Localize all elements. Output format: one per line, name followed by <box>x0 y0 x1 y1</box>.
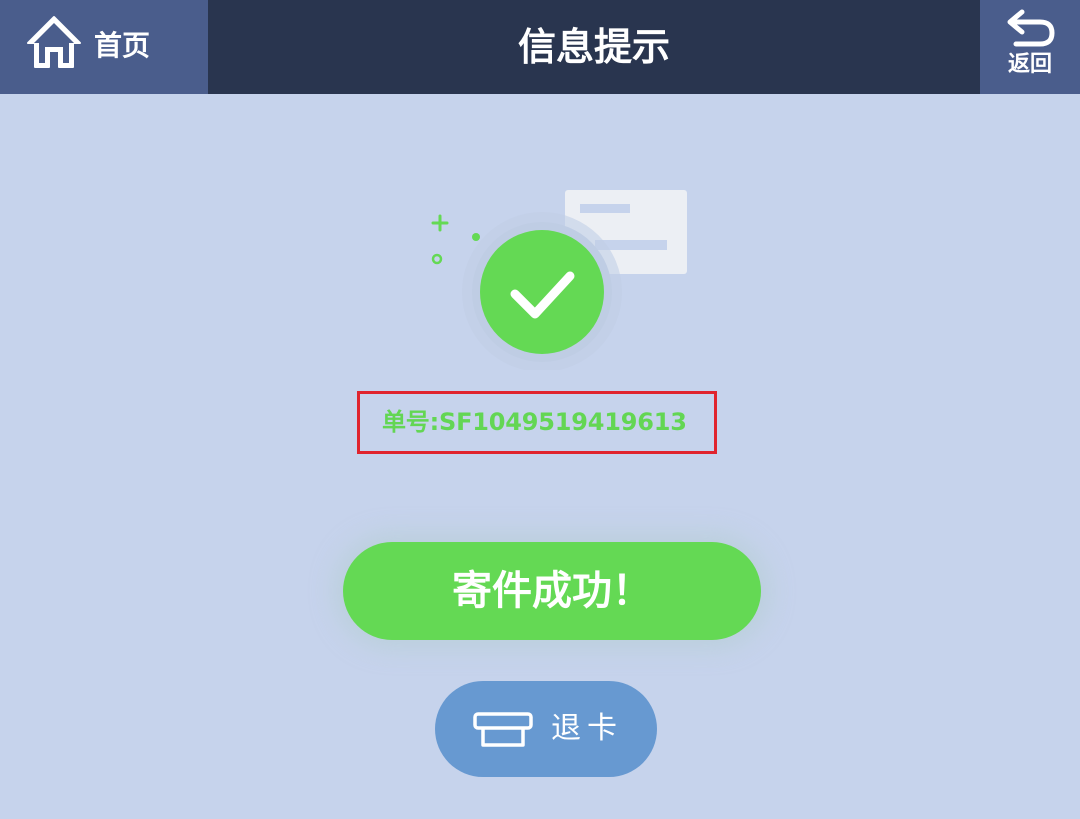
eject-card-label: 退卡 <box>551 711 623 746</box>
sparkle-dot <box>472 233 480 241</box>
back-label: 返回 <box>1007 52 1052 77</box>
order-number-highlight: 单号:SF1049519419613 <box>357 391 717 454</box>
back-button[interactable]: 返回 <box>980 0 1080 94</box>
home-button[interactable]: 首页 <box>0 0 208 94</box>
page-title: 信息提示 <box>517 25 670 69</box>
home-icon <box>27 16 81 68</box>
sparkle-plus <box>431 214 449 232</box>
order-number: 单号:SF1049519419613 <box>382 408 687 436</box>
home-label: 首页 <box>94 29 151 62</box>
sparkle-ring <box>431 253 443 265</box>
header-bar: 首页 信息提示 返回 <box>0 0 1080 94</box>
success-button[interactable]: 寄件成功！ <box>343 542 761 640</box>
success-illustration <box>431 190 687 370</box>
eject-card-button[interactable]: 退卡 <box>435 681 657 777</box>
check-circle <box>480 230 604 354</box>
undo-arrow-icon <box>1007 9 1055 47</box>
card-slot-icon <box>473 712 533 747</box>
